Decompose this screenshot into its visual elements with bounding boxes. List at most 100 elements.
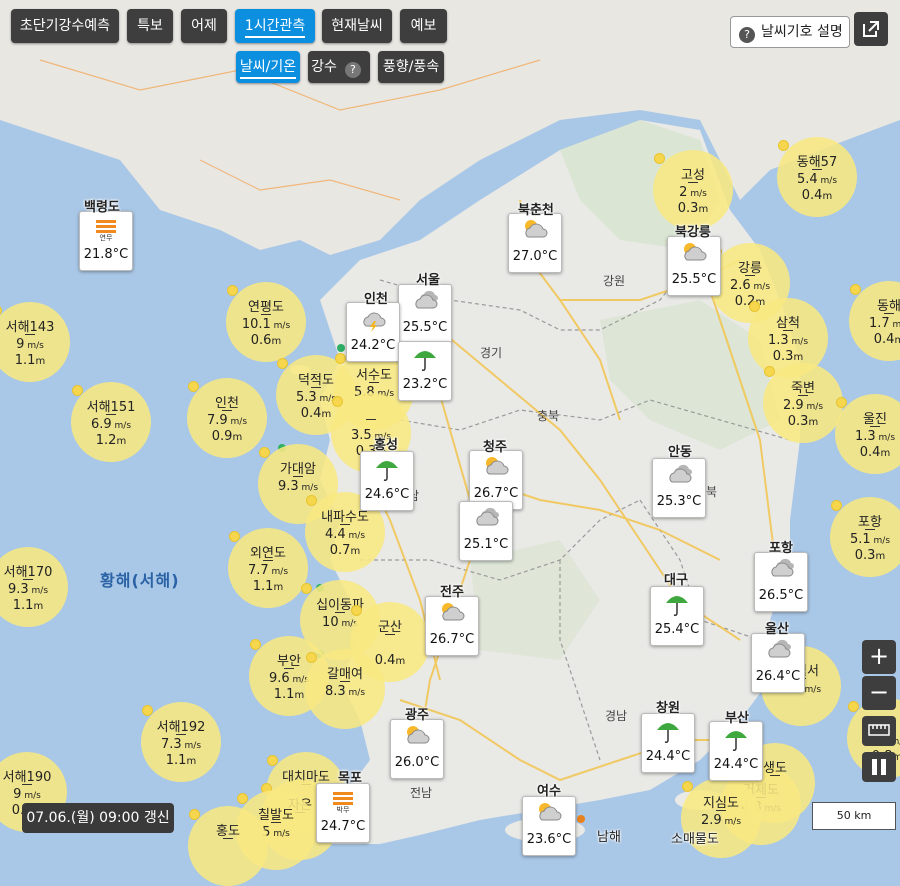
open-external-button[interactable] — [854, 12, 888, 46]
wind-speed: 1.3 m/s — [767, 333, 809, 348]
station-name: 갈매여 — [327, 667, 363, 682]
station-name: 서울 — [416, 273, 440, 288]
subtab-precip[interactable]: 강수? — [308, 51, 370, 83]
station-name: 강릉 — [738, 261, 762, 276]
wind-wave-bubble[interactable]: 동해57 5.4 m/s 0.4m — [777, 137, 857, 217]
station-marker — [72, 385, 83, 396]
station-name: 포항 — [769, 541, 793, 556]
divider — [385, 634, 395, 635]
wind-speed: 2.9 m/s — [782, 398, 824, 413]
cloudy-icon — [476, 507, 499, 526]
region-label: 전남 — [410, 786, 433, 800]
sea-label: 황해(서해) — [100, 571, 180, 590]
divider — [798, 395, 808, 396]
wind-wave-bubble[interactable]: 고성 2 m/s 0.3m — [653, 150, 733, 230]
divider — [222, 410, 232, 411]
legend-help-button[interactable]: ? 날씨기호 설명 — [730, 16, 850, 48]
temperature-box[interactable]: 27.0°C — [508, 213, 562, 273]
temperature-box[interactable]: 23.6°C — [522, 796, 576, 856]
tab-nowcast[interactable]: 초단기강수예측 — [11, 9, 119, 43]
wind-wave-bubble[interactable]: 포항 5.1 m/s 0.3m — [830, 497, 900, 577]
wave-height: 0.3m — [787, 414, 819, 429]
tab-hourly-obs[interactable]: 1시간관측 — [235, 9, 315, 43]
station-dot[interactable] — [577, 815, 585, 823]
station-name: 서해151 — [86, 400, 136, 415]
wind-wave-bubble[interactable]: 죽변 2.9 m/s 0.3m — [763, 363, 843, 443]
wind-speed: 1.3 m/s — [854, 429, 896, 444]
tab-warning[interactable]: 특보 — [127, 9, 173, 43]
station-marker — [351, 605, 362, 616]
station-name: 포항 — [858, 515, 882, 530]
rain-icon — [657, 723, 679, 743]
temperature-value: 24.2°C — [350, 338, 396, 353]
temperature-value: 21.8°C — [83, 247, 129, 262]
update-time: 07.06.(월) 09:00 갱신 — [22, 803, 174, 833]
temperature-value: 27.0°C — [512, 249, 558, 264]
subtab-wind[interactable]: 풍향/풍속 — [378, 51, 444, 83]
station-marker — [229, 531, 240, 542]
wave-height: 1.1m — [165, 753, 197, 768]
wind-wave-bubble[interactable]: 외연도 7.7 m/s 1.1m — [228, 528, 308, 608]
layers-button[interactable] — [862, 752, 896, 782]
temperature-box[interactable]: 24.4°C — [641, 713, 695, 773]
station-marker — [850, 284, 861, 295]
temperature-box[interactable]: 24.6°C — [360, 451, 414, 511]
temperature-box[interactable]: 24.2°C — [346, 302, 400, 362]
temperature-box[interactable]: 26.4°C — [751, 633, 805, 693]
station-name: 서해192 — [156, 720, 206, 735]
divider — [293, 476, 303, 477]
station-marker — [682, 781, 693, 792]
tab-forecast[interactable]: 예보 — [400, 9, 447, 43]
divider — [870, 426, 880, 427]
station-marker — [848, 701, 859, 712]
temperature-box[interactable]: 25.5°C — [667, 236, 721, 296]
station-name: 전주 — [440, 585, 464, 600]
wind-wave-bubble[interactable]: 연평도 10.1 m/s 0.6m — [226, 282, 306, 362]
temperature-box[interactable]: 23.2°C — [398, 341, 452, 401]
temperature-box[interactable]: 연무 21.8°C — [79, 211, 133, 271]
temperature-value: 23.6°C — [526, 832, 572, 847]
station-name: 인천 — [364, 292, 388, 307]
station-marker — [277, 358, 288, 369]
station-marker — [142, 705, 153, 716]
tab-yesterday[interactable]: 어제 — [181, 9, 227, 43]
station-marker — [189, 809, 200, 820]
station-name: 서해143 — [5, 320, 55, 335]
divider — [340, 681, 350, 682]
divider — [688, 182, 698, 183]
temperature-box[interactable]: 25.1°C — [459, 501, 513, 561]
station-name: 청주 — [483, 440, 507, 455]
temperature-box[interactable]: 26.0°C — [390, 719, 444, 779]
temperature-box[interactable]: 25.4°C — [650, 586, 704, 646]
station-marker — [831, 500, 842, 511]
temperature-box[interactable]: 24.4°C — [709, 721, 763, 781]
temperature-box[interactable]: 25.3°C — [652, 458, 706, 518]
station-marker — [227, 285, 238, 296]
thunder-icon — [363, 312, 386, 332]
rain-icon — [414, 351, 436, 371]
wind-wave-bubble[interactable]: 홍도 — [188, 806, 268, 886]
zoom-out-button[interactable]: − — [862, 676, 896, 710]
cloudy-icon — [768, 639, 791, 658]
temperature-box[interactable]: 26.7°C — [425, 596, 479, 656]
station-marker — [250, 639, 261, 650]
wind-wave-bubble[interactable]: 서해151 6.9 m/s 1.2m — [71, 382, 151, 462]
temperature-box[interactable]: 25.5°C — [398, 284, 452, 344]
place-label: 소매물도 — [671, 832, 719, 847]
help-icon[interactable]: ? — [344, 62, 361, 78]
station-name: 여수 — [537, 784, 561, 799]
station-name: 군산 — [378, 620, 402, 635]
divider — [263, 560, 273, 561]
station-dot[interactable] — [337, 344, 345, 352]
wind-wave-bubble[interactable]: 갈매여 8.3 m/s — [305, 649, 385, 729]
wind-speed: 3.5 m/s — [350, 428, 392, 443]
subtab-weather-temp[interactable]: 날씨/기온 — [236, 51, 300, 83]
ruler-button[interactable] — [862, 716, 896, 746]
wind-wave-bubble[interactable]: 인천 7.9 m/s 0.9m — [187, 378, 267, 458]
zoom-in-button[interactable]: + — [862, 640, 896, 674]
tab-current-weather[interactable]: 현재날씨 — [322, 9, 392, 43]
temperature-box[interactable]: 26.5°C — [754, 552, 808, 612]
wind-wave-bubble[interactable]: 서해192 7.3 m/s 1.1m — [141, 702, 221, 782]
scale-bar: 50 km — [812, 802, 896, 830]
temperature-box[interactable]: 박무 24.7°C — [316, 783, 370, 843]
